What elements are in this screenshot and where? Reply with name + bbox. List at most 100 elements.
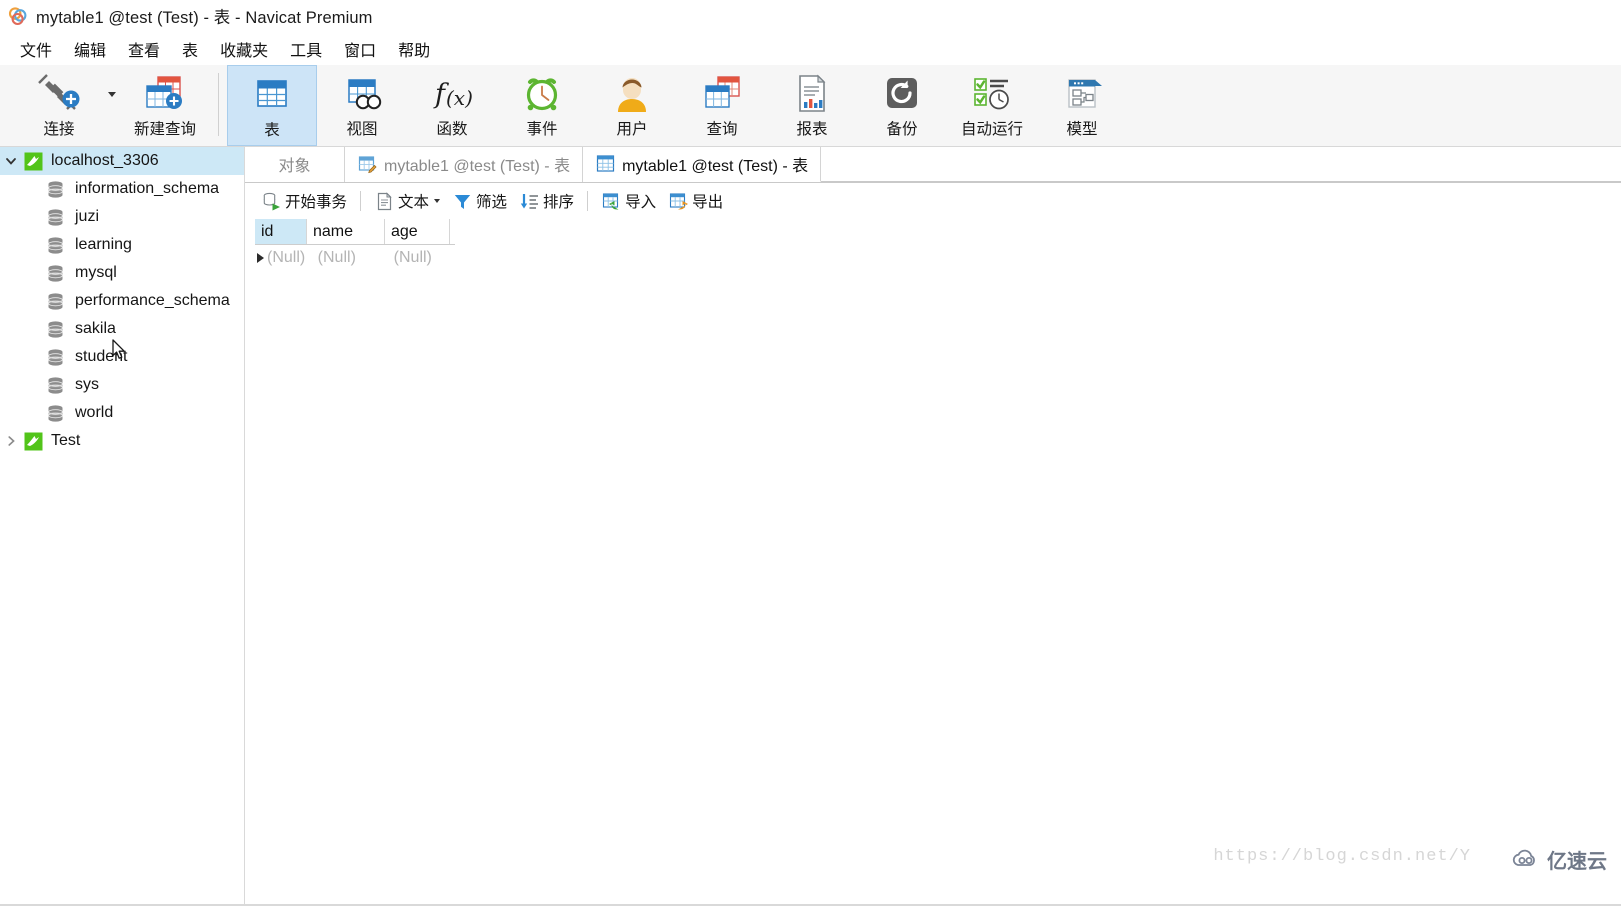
- toolbar-button-new-query[interactable]: 新建查询: [120, 65, 210, 146]
- menu-help[interactable]: 帮助: [387, 35, 441, 63]
- export-button[interactable]: 导出: [662, 187, 729, 215]
- toolbar-label-query: 查询: [706, 121, 738, 138]
- toolbar-button-function[interactable]: f (x) 函数: [407, 65, 497, 146]
- tree-node-performance_schema[interactable]: performance_schema: [0, 287, 244, 315]
- watermark-badge: 亿速云: [1501, 837, 1621, 881]
- button-label: 导出: [692, 194, 724, 211]
- tab-table-data[interactable]: mytable1 @test (Test) - 表: [583, 147, 822, 182]
- tree-node-world[interactable]: world: [0, 399, 244, 427]
- database-icon: [44, 403, 66, 423]
- toolbar-button-connection[interactable]: 连接: [14, 65, 104, 146]
- chevron-down-icon[interactable]: [0, 155, 22, 167]
- toolbar-label-model: 模型: [1066, 121, 1098, 138]
- text-document-icon: [374, 191, 394, 211]
- tree-node-label: learning: [75, 236, 132, 253]
- toolbar-label-backup: 备份: [886, 121, 918, 138]
- database-icon: [44, 207, 66, 227]
- data-grid[interactable]: id name age (Null) (Null) (Null): [255, 219, 455, 271]
- view-icon: [342, 72, 382, 116]
- filter-button[interactable]: 筛选: [446, 187, 513, 215]
- automation-icon: [970, 72, 1014, 116]
- tree-node-label: localhost_3306: [51, 152, 159, 169]
- svg-text:(x): (x): [446, 86, 473, 110]
- import-button[interactable]: 导入: [595, 187, 662, 215]
- button-label: 导入: [625, 194, 657, 211]
- toolbar-button-view[interactable]: 视图: [317, 65, 407, 146]
- chevron-down-icon[interactable]: [434, 199, 441, 203]
- tree-node-label: information_schema: [75, 180, 220, 197]
- toolbar-button-user[interactable]: 用户: [587, 65, 677, 146]
- tree-node-sys[interactable]: sys: [0, 371, 244, 399]
- report-icon: [793, 72, 831, 116]
- text-button[interactable]: 文本: [368, 187, 446, 215]
- menu-file[interactable]: 文件: [9, 35, 63, 63]
- sort-icon: [519, 191, 539, 211]
- toolbar-label-connection: 连接: [43, 121, 75, 138]
- mysql-connection-icon: [22, 151, 44, 171]
- tab-strip: 对象 mytable1 @test (Test) - 表 mytable1 @t…: [245, 147, 1621, 183]
- tree-node-information_schema[interactable]: information_schema: [0, 175, 244, 203]
- tree-node-learning[interactable]: learning: [0, 231, 244, 259]
- cell-age[interactable]: (Null): [392, 245, 455, 271]
- filter-funnel-icon: [452, 191, 472, 211]
- table-icon: [252, 73, 292, 117]
- tree-node-localhost_3306[interactable]: localhost_3306: [0, 147, 244, 175]
- watermark-url: https://blog.csdn.net/Y: [1213, 847, 1471, 866]
- tree-node-label: sys: [75, 376, 99, 393]
- toolbar-button-model[interactable]: 模型: [1037, 65, 1127, 146]
- event-clock-icon: [521, 72, 563, 116]
- button-label: 文本: [398, 194, 430, 211]
- navicat-logo-icon: [8, 6, 28, 26]
- table-row[interactable]: (Null) (Null) (Null): [255, 245, 455, 271]
- connection-tree-sidebar[interactable]: localhost_3306 information_schema juzi l…: [0, 147, 245, 906]
- toolbar-button-table[interactable]: 表: [227, 65, 317, 146]
- toolbar-button-backup[interactable]: 备份: [857, 65, 947, 146]
- tree-node-sakila[interactable]: sakila: [0, 315, 244, 343]
- menu-edit[interactable]: 编辑: [63, 35, 117, 63]
- begin-transaction-button[interactable]: 开始事务: [255, 187, 353, 215]
- toolbar-label-report: 报表: [796, 121, 828, 138]
- sort-button[interactable]: 排序: [513, 187, 580, 215]
- column-header-id[interactable]: id: [255, 219, 307, 244]
- tree-node-Test[interactable]: Test: [0, 427, 244, 455]
- toolbar-button-automation[interactable]: 自动运行: [947, 65, 1037, 146]
- title-bar: mytable1 @test (Test) - 表 - Navicat Prem…: [0, 0, 1621, 32]
- button-label: 开始事务: [285, 194, 348, 211]
- cloud-logo-icon: [1511, 848, 1541, 870]
- tab-objects[interactable]: 对象: [245, 147, 345, 182]
- toolbar-label-function: 函数: [436, 121, 468, 138]
- toolbar-button-report[interactable]: 报表: [767, 65, 857, 146]
- database-icon: [44, 179, 66, 199]
- toolbar-label-new-query: 新建查询: [133, 121, 196, 138]
- menu-tools[interactable]: 工具: [279, 35, 333, 63]
- toolbar-button-event[interactable]: 事件: [497, 65, 587, 146]
- toolbar-separator: [360, 191, 362, 211]
- connection-dropdown-caret-icon[interactable]: [104, 65, 120, 146]
- column-header-age[interactable]: age: [385, 219, 450, 244]
- tree-node-student[interactable]: student: [0, 343, 244, 371]
- toolbar-separator: [587, 191, 589, 211]
- database-icon: [44, 291, 66, 311]
- menu-window[interactable]: 窗口: [333, 35, 387, 63]
- menu-view[interactable]: 查看: [117, 35, 171, 63]
- export-icon: [668, 191, 688, 211]
- menu-table[interactable]: 表: [171, 35, 209, 63]
- chevron-right-icon[interactable]: [0, 435, 22, 447]
- mysql-connection-icon: [22, 431, 44, 451]
- data-grid-header-row: id name age: [255, 219, 455, 245]
- table-data-icon: [595, 154, 615, 174]
- tree-node-label: mysql: [75, 264, 117, 281]
- main-toolbar: 连接 新建查询 表 视图 f (x) 函数 事件 用户 查询 报表 备份 自动运…: [0, 65, 1621, 147]
- column-header-name[interactable]: name: [307, 219, 385, 244]
- tab-table-designer[interactable]: mytable1 @test (Test) - 表: [345, 147, 584, 182]
- tree-node-mysql[interactable]: mysql: [0, 259, 244, 287]
- tree-node-juzi[interactable]: juzi: [0, 203, 244, 231]
- menu-favorites[interactable]: 收藏夹: [209, 35, 279, 63]
- cell-id[interactable]: (Null): [265, 245, 316, 271]
- menu-bar: 文件 编辑 查看 表 收藏夹 工具 窗口 帮助: [0, 32, 1621, 65]
- cell-name[interactable]: (Null): [316, 245, 392, 271]
- tab-label: mytable1 @test (Test) - 表: [384, 158, 571, 175]
- toolbar-button-query[interactable]: 查询: [677, 65, 767, 146]
- toolbar-separator: [218, 73, 219, 136]
- grid-toolbar: 开始事务 文本 筛选 排序 导入 导出: [245, 183, 1621, 219]
